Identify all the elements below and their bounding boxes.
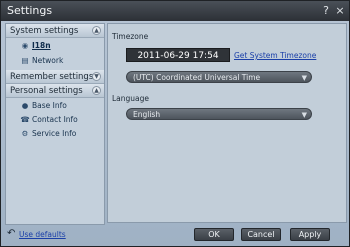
section-label: Personal settings bbox=[10, 86, 83, 96]
window-title: Settings bbox=[7, 4, 53, 17]
language-select-value: English bbox=[133, 110, 161, 119]
cancel-button[interactable]: Cancel bbox=[241, 228, 281, 241]
phone-icon: ☎ bbox=[20, 115, 30, 124]
sidebar-item-label: Network bbox=[32, 56, 64, 65]
title-bar: Settings ? × bbox=[1, 1, 349, 21]
section-label: Remember settings bbox=[10, 72, 94, 82]
language-select[interactable]: English ▼ bbox=[126, 108, 312, 120]
get-system-timezone-link[interactable]: Get System Timezone bbox=[234, 51, 316, 60]
chevron-down-icon: ▼ bbox=[301, 111, 307, 119]
use-defaults-link[interactable]: Use defaults bbox=[19, 230, 66, 239]
sidebar-item-network[interactable]: ▤ Network bbox=[20, 55, 63, 67]
network-icon: ▤ bbox=[21, 56, 29, 65]
section-label: System settings bbox=[10, 26, 79, 36]
service-icon: ⚙ bbox=[21, 129, 29, 138]
section-remember-settings[interactable]: Remember settings ▼ bbox=[6, 70, 104, 84]
person-icon: ● bbox=[21, 101, 29, 110]
sidebar-item-label: Base Info bbox=[32, 101, 67, 110]
timezone-label: Timezone bbox=[112, 32, 149, 41]
sidebar-item-label: Contact Info bbox=[32, 115, 78, 124]
chevron-up-icon: ▲ bbox=[92, 26, 101, 35]
datetime-field[interactable]: 2011-06-29 17:54 bbox=[126, 48, 230, 62]
sidebar-item-label: Service Info bbox=[32, 129, 77, 138]
globe-icon: ◉ bbox=[21, 41, 29, 50]
settings-window: Settings ? × System settings ▲ ◉ I18n ▤ Ne… bbox=[0, 0, 350, 247]
ok-button[interactable]: OK bbox=[194, 228, 234, 241]
chevron-up-icon: ▲ bbox=[92, 86, 101, 95]
help-button[interactable]: ? bbox=[319, 4, 333, 18]
close-button[interactable]: × bbox=[333, 4, 347, 18]
chevron-down-icon: ▼ bbox=[301, 74, 307, 82]
undo-icon: ↶ bbox=[7, 228, 16, 239]
sidebar-item-contact-info[interactable]: ☎ Contact Info bbox=[20, 114, 78, 126]
chevron-down-icon: ▼ bbox=[92, 72, 101, 81]
language-label: Language bbox=[112, 94, 150, 103]
sidebar-item-i18n[interactable]: ◉ I18n bbox=[20, 40, 51, 52]
section-personal-settings[interactable]: Personal settings ▲ bbox=[6, 84, 104, 98]
sidebar-item-base-info[interactable]: ● Base Info bbox=[20, 100, 67, 112]
settings-sidebar: System settings ▲ ◉ I18n ▤ Network Remembe… bbox=[5, 23, 105, 225]
timezone-select[interactable]: (UTC) Coordinated Universal Time ▼ bbox=[126, 71, 312, 83]
section-system-settings[interactable]: System settings ▲ bbox=[6, 24, 104, 38]
sidebar-item-label: I18n bbox=[32, 41, 51, 50]
apply-button[interactable]: Apply bbox=[290, 228, 330, 241]
sidebar-item-service-info[interactable]: ⚙ Service Info bbox=[20, 128, 77, 140]
i18n-panel: Timezone 2011-06-29 17:54 Get System Tim… bbox=[107, 23, 347, 223]
timezone-select-value: (UTC) Coordinated Universal Time bbox=[133, 73, 261, 82]
